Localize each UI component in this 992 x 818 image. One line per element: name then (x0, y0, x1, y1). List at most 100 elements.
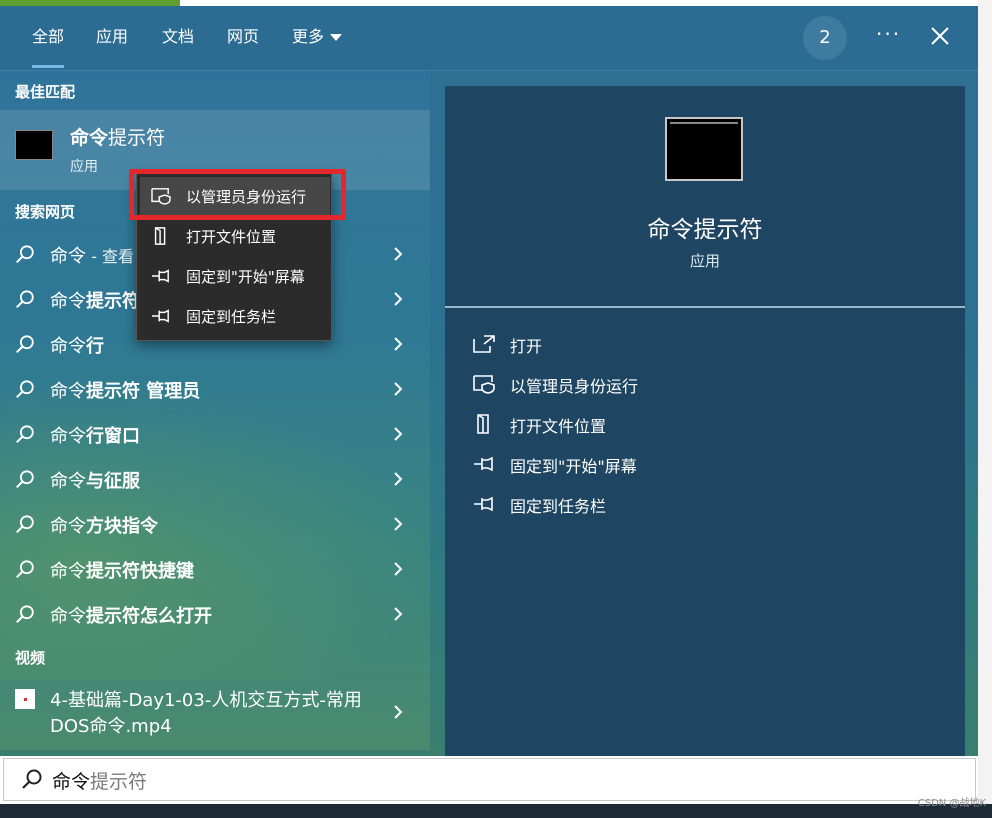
pin-icon (152, 269, 169, 283)
more-options-icon[interactable]: ··· (876, 24, 901, 44)
search-icon (16, 335, 34, 354)
tab-web-label: 网页 (227, 27, 260, 46)
web-result-query: 命令 (50, 336, 86, 357)
web-result-query: 命令 (50, 471, 86, 492)
tab-more-label: 更多 (292, 27, 325, 46)
search-input[interactable]: 命令提示符 (52, 767, 147, 794)
search-suggestion-text: 提示符 (90, 771, 148, 793)
search-icon (16, 380, 34, 399)
chevron-right-icon (394, 517, 403, 531)
badge-count: 2 (819, 27, 831, 48)
action-pin-to-start-label: 固定到"开始"屏幕 (510, 457, 637, 476)
web-result-label: 命令提示符快捷键 (50, 557, 194, 583)
action-run-as-admin[interactable]: 以管理员身份运行 (472, 370, 872, 402)
web-result-item[interactable]: 命令提示符怎么打开 (0, 592, 430, 637)
action-open-file-location[interactable]: 打开文件位置 (472, 410, 872, 442)
web-result-label: 命令提示符 (50, 287, 140, 313)
search-icon (22, 769, 42, 789)
tab-documents[interactable]: 文档 (162, 6, 194, 68)
rewards-badge[interactable]: 2 (803, 16, 847, 60)
web-result-query: 命令 (50, 516, 86, 537)
best-match-name: 命令提示符 (70, 123, 165, 150)
open-icon (473, 335, 495, 353)
action-pin-to-taskbar-label: 固定到任务栏 (510, 497, 607, 516)
search-icon (16, 290, 34, 309)
action-open-label: 打开 (510, 337, 543, 356)
preview-subtitle: 应用 (689, 252, 720, 270)
web-result-query: 命令 (50, 291, 86, 312)
best-match-type: 应用 (70, 159, 98, 175)
tab-documents-label: 文档 (162, 27, 195, 46)
web-result-label: 命令提示符 管理员 (50, 377, 200, 403)
video-title: 4-基础篇-Day1-03-人机交互方式-常用DOS命令.mp4 (50, 690, 362, 737)
chevron-right-icon (394, 705, 403, 719)
best-match-name-query: 命令 (70, 127, 109, 149)
context-menu-pin-to-start[interactable]: 固定到"开始"屏幕 (136, 256, 332, 296)
web-result-rest: 行窗口 (86, 426, 140, 447)
web-result-query: 命令 (50, 426, 86, 447)
tab-all[interactable]: 全部 (32, 6, 65, 68)
context-menu-pin-to-taskbar[interactable]: 固定到任务栏 (136, 296, 332, 336)
web-result-item[interactable]: 命令与征服 (0, 457, 430, 502)
action-open-file-location-label: 打开文件位置 (510, 417, 607, 436)
action-open[interactable]: 打开 (472, 330, 872, 362)
action-pin-to-start[interactable]: 固定到"开始"屏幕 (472, 450, 872, 482)
folder-door-icon (477, 414, 489, 434)
web-result-item[interactable]: 命令提示符 管理员 (0, 367, 430, 412)
section-videos: 视频 (15, 649, 46, 667)
web-result-label: 命令行窗口 (50, 422, 140, 448)
web-result-label: 命令 - 查看 (50, 242, 134, 268)
web-result-rest: 行 (86, 336, 104, 357)
search-box[interactable]: 命令提示符 (3, 758, 976, 801)
tab-apps[interactable]: 应用 (96, 6, 128, 68)
search-typed-text: 命令 (52, 771, 91, 793)
section-best-match: 最佳匹配 (15, 83, 76, 101)
search-icon (16, 245, 34, 264)
context-menu-pin-to-start-label: 固定到"开始"屏幕 (186, 268, 305, 286)
preview-title: 命令提示符 (647, 217, 763, 243)
search-icon (16, 470, 34, 489)
search-icon (16, 605, 34, 624)
web-result-rest: 方块指令 (86, 516, 158, 537)
web-result-item[interactable]: 命令行窗口 (0, 412, 430, 457)
search-icon (16, 515, 34, 534)
chevron-right-icon (394, 562, 403, 576)
web-result-rest: 提示符怎么打开 (86, 606, 212, 627)
chevron-right-icon (394, 607, 403, 621)
action-pin-to-taskbar[interactable]: 固定到任务栏 (472, 490, 872, 522)
tab-web[interactable]: 网页 (227, 6, 259, 68)
chevron-down-icon (330, 34, 343, 41)
close-icon[interactable] (928, 24, 952, 48)
chevron-right-icon (394, 427, 403, 441)
tab-apps-label: 应用 (96, 27, 129, 46)
web-result-label: 命令与征服 (50, 467, 140, 493)
tab-all-label: 全部 (32, 27, 65, 46)
web-result-query: 命令 (50, 381, 86, 402)
action-run-as-admin-label: 以管理员身份运行 (510, 377, 639, 396)
chevron-right-icon (394, 247, 403, 261)
context-menu-pin-to-taskbar-label: 固定到任务栏 (186, 308, 277, 326)
tab-more[interactable]: 更多 (292, 6, 343, 68)
pin-icon (474, 496, 493, 512)
chevron-right-icon (394, 337, 403, 351)
command-prompt-large-icon (665, 117, 743, 181)
taskbar (0, 804, 992, 818)
pin-icon (152, 309, 169, 323)
desktop-background-right (978, 0, 992, 818)
web-result-query: 命令 (50, 561, 86, 582)
context-menu-open-file-location[interactable]: 打开文件位置 (136, 216, 332, 256)
chevron-right-icon (394, 382, 403, 396)
web-result-item[interactable]: 命令提示符快捷键 (0, 547, 430, 592)
web-result-rest: 提示符快捷键 (86, 561, 194, 582)
web-result-extra: - 查看 (86, 247, 134, 266)
web-result-rest: 提示符 (86, 291, 140, 312)
web-result-item[interactable]: 命令方块指令 (0, 502, 430, 547)
web-result-rest: 提示符 管理员 (86, 381, 201, 402)
chevron-right-icon (394, 472, 403, 486)
web-result-label: 命令提示符怎么打开 (50, 602, 212, 628)
folder-door-icon (154, 227, 166, 245)
pin-icon (474, 456, 493, 472)
web-result-label: 命令行 (50, 332, 104, 358)
best-match-name-rest: 提示符 (108, 127, 166, 149)
search-icon (16, 560, 34, 579)
